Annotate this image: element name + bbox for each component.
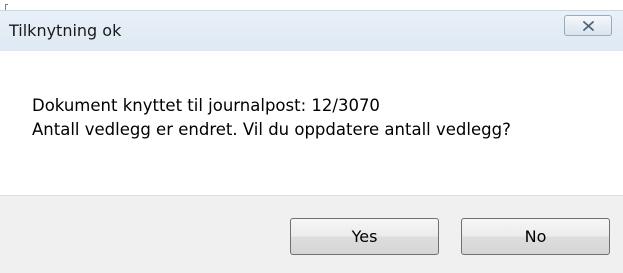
title-bar[interactable]: Tilknytning ok <box>0 10 623 51</box>
window-title: Tilknytning ok <box>9 21 122 40</box>
no-button[interactable]: No <box>461 218 610 255</box>
button-area: Yes No <box>0 195 623 273</box>
yes-button[interactable]: Yes <box>290 218 439 255</box>
close-button[interactable] <box>564 15 612 36</box>
close-icon <box>583 21 594 31</box>
message-dialog: Tilknytning ok Dokument knyttet til jour… <box>0 0 623 273</box>
message-area: Dokument knyttet til journalpost: 12/307… <box>0 51 623 195</box>
message-line-1: Dokument knyttet til journalpost: 12/307… <box>32 96 380 115</box>
message-line-2: Antall vedlegg er endret. Vil du oppdate… <box>32 120 511 139</box>
